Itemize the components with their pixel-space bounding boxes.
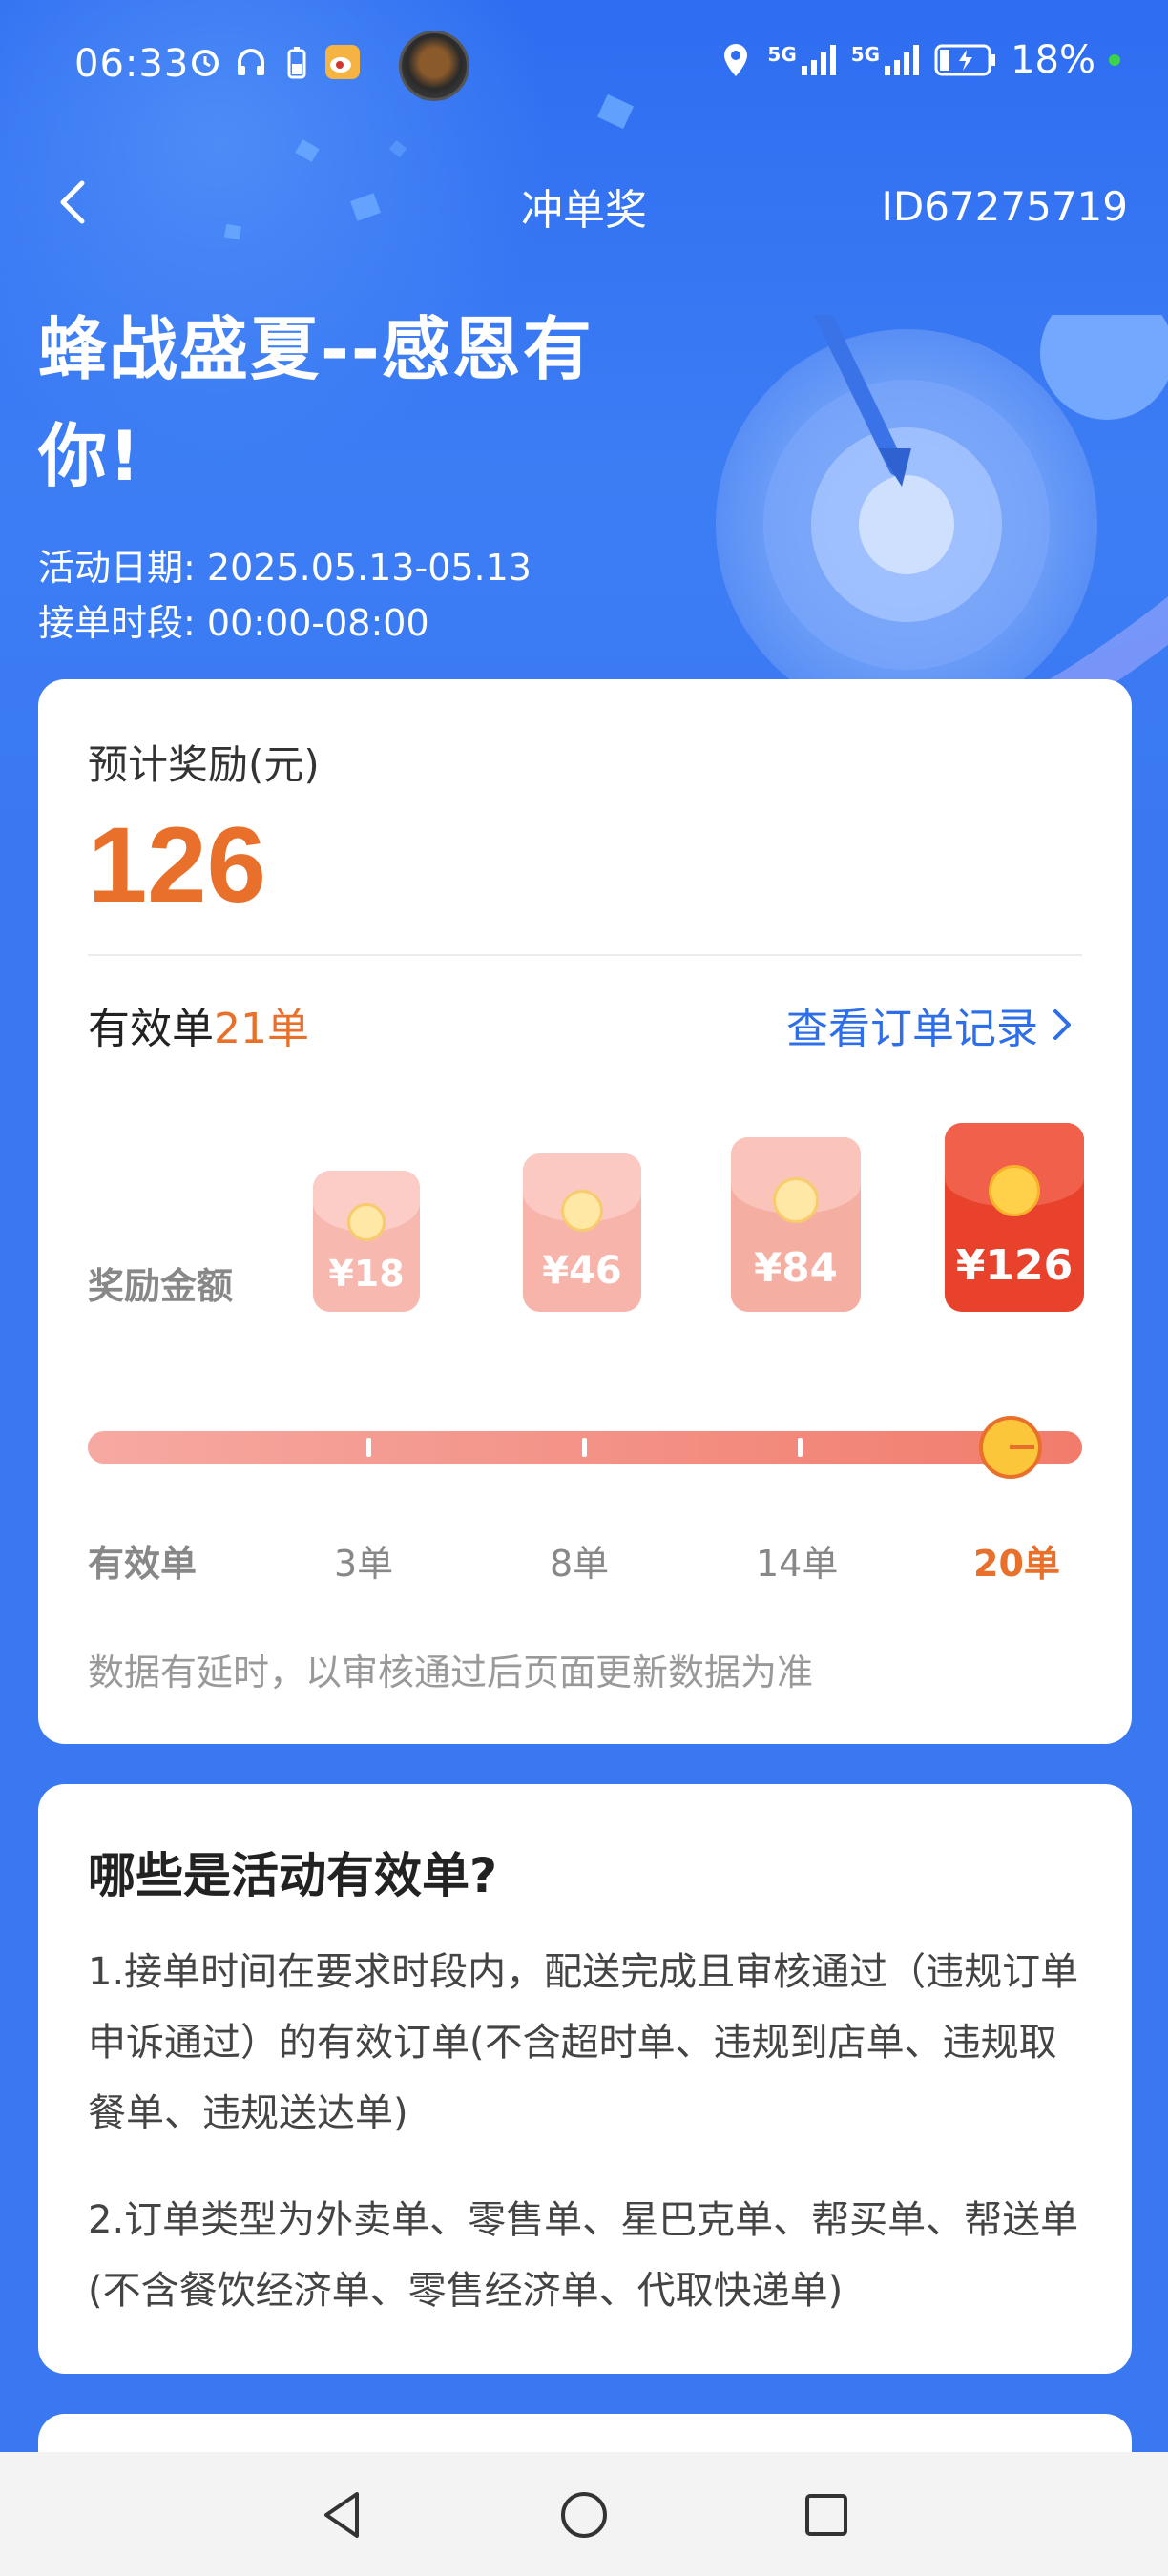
status-bar: 06:33 5G 5G 18%	[0, 29, 1168, 105]
headphones-icon	[233, 44, 269, 80]
order-records-link[interactable]: 查看订单记录	[786, 994, 1074, 1055]
divider	[88, 954, 1082, 956]
weibo-icon	[324, 44, 361, 80]
event-date-row: 活动日期: 2025.05.13-05.13	[38, 547, 532, 589]
reward-amount: 126	[88, 805, 266, 924]
rules-title: 哪些是活动有效单?	[88, 1848, 498, 1903]
back-icon	[324, 2492, 359, 2538]
chevron-right-icon	[1053, 1009, 1071, 1040]
battery-charging-icon	[934, 42, 997, 78]
reward-card: 预计奖励(元) 126 有效单21单 查看订单记录 奖励金额 ¥18 ¥46 ¥…	[38, 679, 1132, 1744]
milestone-4-active: 20单	[973, 1543, 1060, 1585]
valid-orders: 有效单21单	[88, 1005, 309, 1053]
location-icon	[718, 42, 754, 78]
alarm-icon	[187, 44, 223, 80]
system-home-button[interactable]	[555, 2486, 613, 2544]
status-right-icons: 5G 5G 18%	[718, 38, 1120, 82]
event-headline: 蜂战盛夏--感恩有你!	[38, 309, 594, 496]
home-icon	[561, 2492, 607, 2538]
app-avatar	[399, 31, 469, 101]
system-recents-button[interactable]	[798, 2486, 855, 2544]
rule-1: 1.接单时间在要求时段内，配送完成且审核通过（违规订单申诉通过）的有效订单(不含…	[88, 1950, 1079, 2135]
signal-1-icon: 5G	[767, 43, 837, 77]
progress-tick-2	[582, 1438, 587, 1457]
battery-percent: 18%	[1011, 38, 1095, 82]
signal-2-icon: 5G	[851, 43, 921, 77]
valid-order-count: 21单	[214, 1005, 309, 1053]
status-left-icons	[187, 44, 361, 80]
milestone-3: 14单	[756, 1543, 839, 1585]
reward-envelope-4-active: ¥126	[945, 1123, 1084, 1312]
system-back-button[interactable]	[315, 2486, 372, 2544]
rules-card: 哪些是活动有效单? 1.接单时间在要求时段内，配送完成且审核通过（违规订单申诉通…	[38, 1784, 1132, 2374]
system-nav-bar	[0, 2452, 1168, 2576]
milestone-2: 8单	[550, 1543, 610, 1585]
data-delay-note: 数据有延时，以审核通过后页面更新数据为准	[88, 1652, 814, 1693]
privacy-dot	[1109, 54, 1120, 66]
milestone-1: 3单	[334, 1543, 394, 1585]
progress-tick-3	[798, 1438, 803, 1457]
battery-small-icon	[279, 44, 315, 80]
milestone-label: 有效单	[88, 1543, 198, 1585]
progress-knob	[979, 1416, 1042, 1479]
rider-id: ID67275719	[881, 183, 1128, 230]
reward-envelope-3: ¥84	[731, 1137, 861, 1312]
progress-tick-1	[366, 1438, 371, 1457]
tier-label: 奖励金额	[88, 1265, 234, 1307]
recents-icon	[805, 2494, 847, 2536]
reward-envelope-2: ¥46	[523, 1153, 641, 1312]
event-meta: 活动日期: 2025.05.13-05.13 接单时段: 00:00-08:00	[38, 540, 532, 651]
progress-bar	[88, 1431, 1082, 1464]
reward-label: 预计奖励(元)	[88, 741, 320, 788]
top-nav: 冲单奖 ID67275719	[0, 162, 1168, 248]
event-period-row: 接单时段: 00:00-08:00	[38, 602, 429, 644]
reward-envelope-1: ¥18	[313, 1171, 420, 1312]
rule-2: 2.订单类型为外卖单、零售单、星巴克单、帮买单、帮送单(不含餐饮经济单、零售经济…	[88, 2198, 1079, 2313]
status-time: 06:33	[74, 42, 190, 86]
